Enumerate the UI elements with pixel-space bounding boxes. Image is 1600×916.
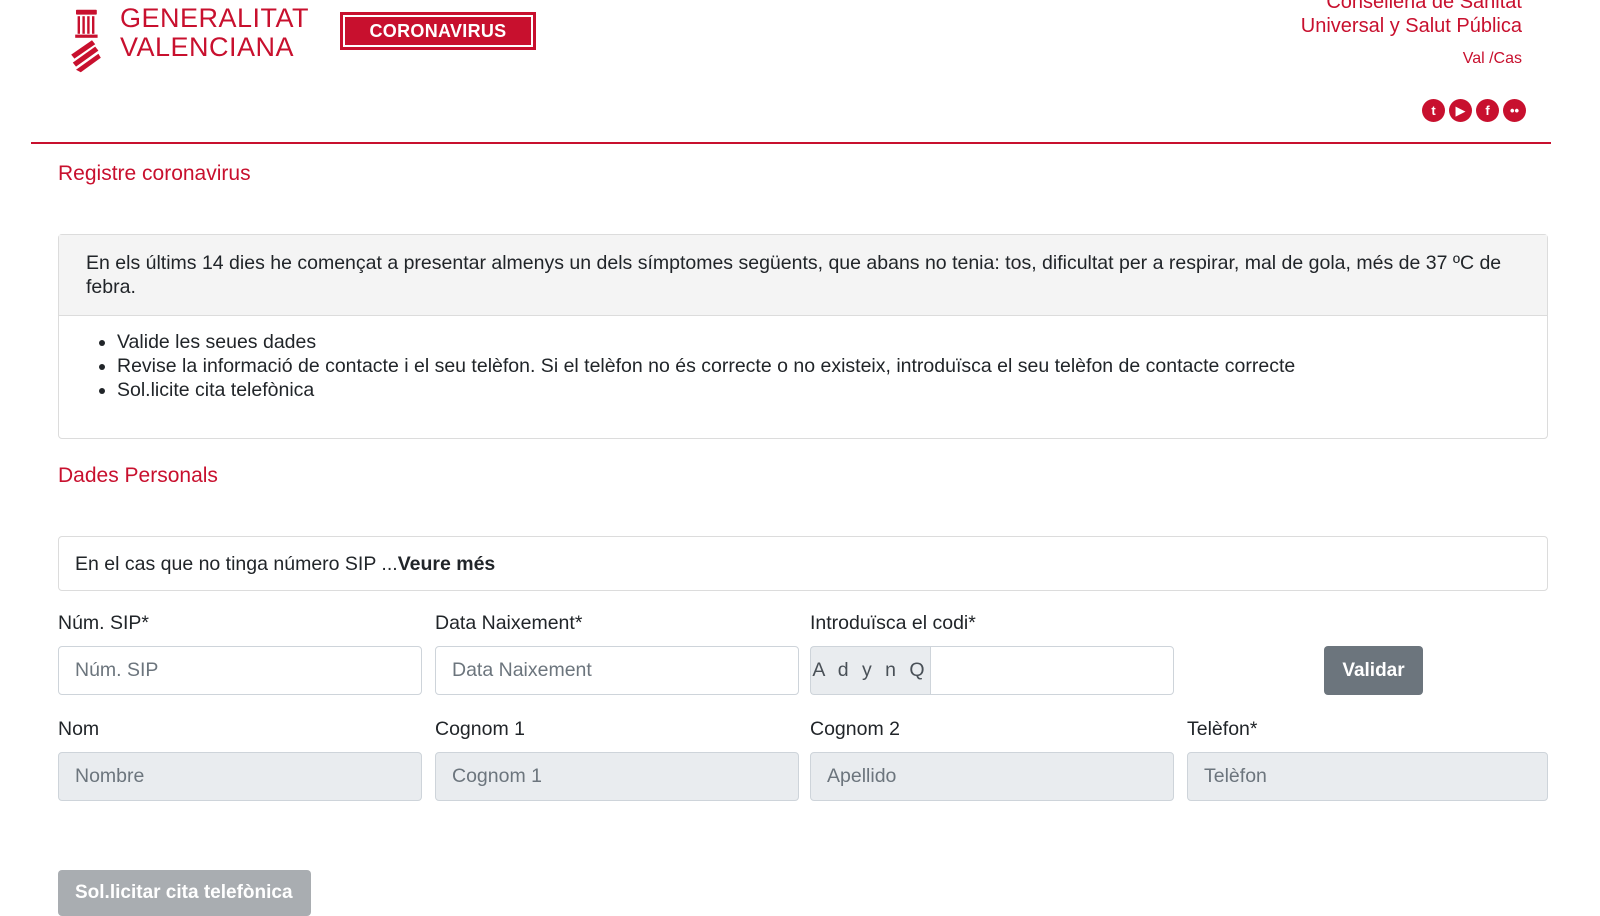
list-item: Valide les seues dades — [117, 330, 1547, 354]
symptoms-heading: En els últims 14 dies he començat a pres… — [59, 235, 1547, 316]
flickr-icon[interactable]: •• — [1503, 99, 1526, 122]
list-item: Sol.licite cita telefònica — [117, 378, 1547, 402]
conselleria-title: Conselleria de Sanitat Universal y Salut… — [1301, 0, 1522, 38]
section-title: Dades Personals — [58, 464, 218, 487]
see-more-link[interactable]: Veure més — [398, 553, 496, 575]
header-divider — [31, 142, 1551, 144]
page-title: Registre coronavirus — [58, 162, 251, 185]
conselleria-line-2: Universal y Salut Pública — [1300, 15, 1522, 37]
phone-input — [1187, 752, 1548, 801]
list-item: Revise la informació de contacte i el se… — [117, 354, 1547, 378]
birth-date-input[interactable] — [435, 646, 799, 695]
birth-date-label: Data Naixement* — [435, 612, 583, 634]
request-call-button[interactable]: Sol.licitar cita telefònica — [58, 870, 311, 916]
sip-label: Núm. SIP* — [58, 612, 150, 634]
instructions-list: Valide les seues dades Revise la informa… — [59, 330, 1547, 402]
symptoms-card: En els últims 14 dies he començat a pres… — [58, 234, 1548, 439]
social-links: t ▶ f •• — [1422, 99, 1526, 122]
code-label: Introduïsca el codi* — [810, 612, 976, 634]
youtube-icon[interactable]: ▶ — [1449, 99, 1472, 122]
code-input[interactable] — [930, 646, 1174, 695]
captcha-code: A d y n Q — [810, 646, 930, 695]
surname2-input — [810, 752, 1174, 801]
generalitat-logo-icon — [71, 9, 101, 73]
surname1-input — [435, 752, 799, 801]
name-label: Nom — [58, 718, 100, 740]
twitter-icon[interactable]: t — [1422, 99, 1445, 122]
logo-line-1: GENERALITAT — [120, 3, 310, 33]
generalitat-logo-text[interactable]: GENERALITAT VALENCIANA — [120, 4, 309, 62]
phone-label: Telèfon* — [1187, 718, 1258, 740]
name-input — [58, 752, 422, 801]
facebook-icon[interactable]: f — [1476, 99, 1499, 122]
coronavirus-button[interactable]: CORONAVIRUS — [340, 12, 536, 50]
sip-notice-text: En el cas que no tinga número SIP ... — [75, 553, 398, 575]
sip-input[interactable] — [58, 646, 422, 695]
surname2-label: Cognom 2 — [810, 718, 900, 740]
logo-line-2: VALENCIANA — [120, 32, 295, 62]
validate-button[interactable]: Validar — [1324, 646, 1423, 695]
language-switch[interactable]: Val /Cas — [1463, 50, 1522, 68]
surname1-label: Cognom 1 — [435, 718, 525, 740]
conselleria-line-1: Conselleria de Sanitat — [1326, 0, 1522, 13]
sip-notice: En el cas que no tinga número SIP ...Veu… — [58, 536, 1548, 591]
